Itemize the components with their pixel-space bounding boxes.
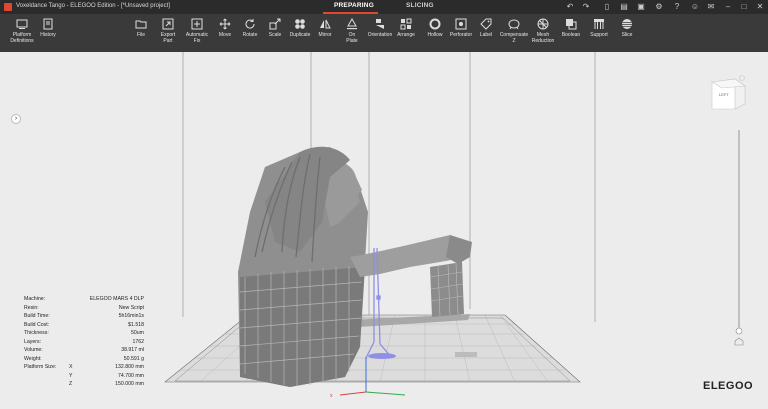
app-logo-icon xyxy=(4,3,12,11)
close-icon[interactable]: ✕ xyxy=(755,2,765,12)
account-icon[interactable]: ☺ xyxy=(690,2,700,12)
minimize-icon[interactable]: – xyxy=(723,2,733,12)
print-info-panel: Machine: ELEGOO MARS 4 DLP Resin: New Scri… xyxy=(24,296,144,390)
axis-label: Y xyxy=(69,372,73,379)
layers-value: 1762 xyxy=(132,338,144,345)
svg-text:x: x xyxy=(330,393,333,399)
duplicate-icon xyxy=(295,19,305,29)
machine-value: ELEGOO MARS 4 DLP xyxy=(89,296,144,302)
slice-button[interactable]: Slice xyxy=(609,18,645,50)
history-icon xyxy=(43,18,53,30)
support-icon xyxy=(594,19,604,29)
info-label: Resin: xyxy=(24,304,39,311)
mesh-icon xyxy=(537,18,549,30)
platform-y-value: 74.700 mm xyxy=(118,372,144,379)
export-icon xyxy=(162,18,174,30)
rotate-icon xyxy=(245,19,255,29)
volume-value: 38.917 ml xyxy=(121,347,144,353)
info-label: Machine: xyxy=(24,296,46,302)
help-icon[interactable]: ? xyxy=(672,2,682,12)
settings-gear-icon[interactable]: ⚙ xyxy=(654,2,664,12)
info-label: Volume: xyxy=(24,347,43,353)
window-title: Voxeldance Tango - ELEGOO Edition - [*Un… xyxy=(16,3,170,9)
axis-label: X xyxy=(69,364,73,370)
info-label: Build Cost: xyxy=(24,321,50,328)
main-toolbar: Platform Definitions History File Export… xyxy=(0,14,768,52)
on-plate-icon xyxy=(347,18,357,30)
build-time-value: 5h16min1s xyxy=(118,313,144,319)
elegoo-logo: ELEGOO xyxy=(703,380,754,392)
perforator-icon xyxy=(455,18,467,30)
orientation-icon xyxy=(376,19,384,29)
tab-slicing[interactable]: SLICING xyxy=(406,2,434,9)
tool-label: Slice xyxy=(621,32,633,38)
boolean-icon xyxy=(566,19,577,30)
mirror-icon xyxy=(320,19,331,29)
label-icon xyxy=(480,18,492,30)
save-icon[interactable]: ▣ xyxy=(636,2,646,12)
folder-icon xyxy=(135,20,147,29)
move-icon xyxy=(219,18,231,30)
redo-icon[interactable]: ↷ xyxy=(581,2,591,12)
layer-slider[interactable] xyxy=(734,130,744,346)
new-file-icon[interactable]: ▯ xyxy=(602,2,612,12)
resin-value: New Script xyxy=(118,304,144,311)
history-button[interactable]: History xyxy=(30,18,66,50)
layer-slider-handle xyxy=(735,327,743,335)
compensate-icon xyxy=(508,19,520,30)
expand-panel-chevron-icon[interactable]: › xyxy=(11,114,21,124)
info-label: Build Time: xyxy=(24,313,50,319)
home-icon xyxy=(734,337,744,346)
view-cube[interactable]: LEFT xyxy=(711,75,746,110)
platform-icon xyxy=(16,19,28,29)
open-file-icon[interactable]: ▤ xyxy=(619,2,629,12)
maximize-icon[interactable]: □ xyxy=(739,2,749,12)
axis-label: Z xyxy=(69,381,73,387)
scale-icon xyxy=(269,18,281,30)
info-label: Weight: xyxy=(24,355,42,362)
tab-preparing[interactable]: PREPARING xyxy=(334,2,374,9)
platform-z-value: 150.000 mm xyxy=(115,381,144,387)
thickness-value: 50um xyxy=(131,330,144,336)
undo-icon[interactable]: ↶ xyxy=(565,2,575,12)
weight-value: 50.591 g xyxy=(123,355,144,362)
title-bar: Voxeldance Tango - ELEGOO Edition - [*Un… xyxy=(0,0,768,14)
info-label: Layers: xyxy=(24,338,42,345)
hollow-icon xyxy=(429,18,441,30)
view-cube-face-label: LEFT xyxy=(719,92,729,97)
build-cost-value: $1.518 xyxy=(128,321,144,328)
info-label: Platform Size: xyxy=(24,364,57,370)
feedback-icon[interactable]: ✉ xyxy=(706,2,716,12)
tool-label: History xyxy=(40,32,56,38)
fix-icon xyxy=(191,18,203,30)
arrange-icon xyxy=(400,18,412,30)
info-label: Thickness: xyxy=(24,330,49,336)
platform-x-value: 132.800 mm xyxy=(115,364,144,370)
3d-viewport[interactable]: x LEFT › Machine: ELEGOO MARS 4 DLP Resin… xyxy=(0,52,768,409)
slice-icon xyxy=(622,19,632,29)
